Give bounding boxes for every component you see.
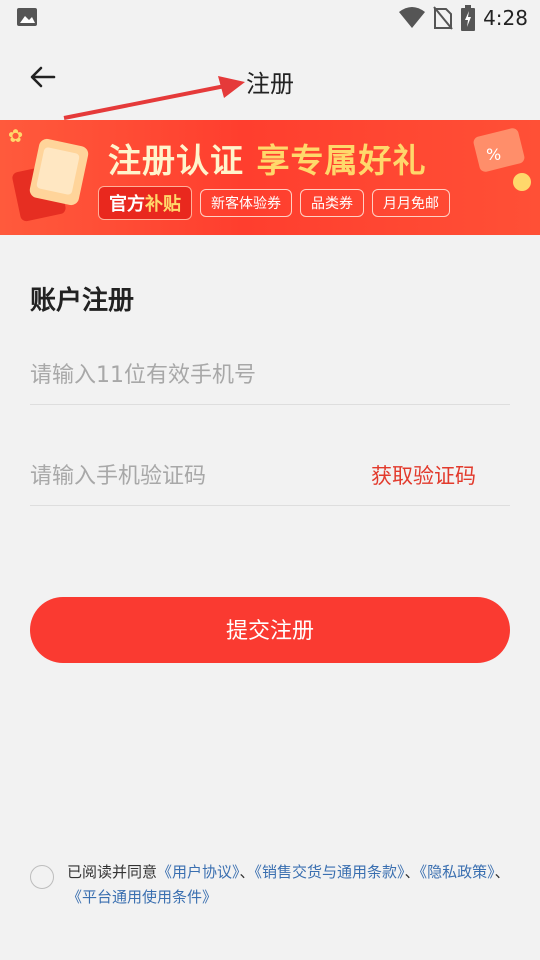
separator: 、 bbox=[494, 863, 510, 881]
battery-charging-icon bbox=[461, 5, 476, 31]
get-code-button[interactable]: 获取验证码 bbox=[371, 447, 476, 505]
no-sim-icon bbox=[433, 6, 453, 30]
banner-title-main: 注册认证 bbox=[108, 141, 244, 180]
discount-coupon-icon: % bbox=[473, 128, 531, 191]
subsidy-text: 补贴 bbox=[145, 194, 181, 215]
official-subsidy-text: 官方 bbox=[109, 194, 145, 215]
status-bar: 4:28 bbox=[0, 0, 540, 36]
phone-input[interactable] bbox=[30, 346, 350, 404]
svg-text:✿: ✿ bbox=[8, 126, 23, 147]
annotation-arrow-icon bbox=[63, 76, 245, 120]
banner-title-highlight: 享专属好礼 bbox=[256, 141, 427, 180]
coupon-gift-icon: ✿ bbox=[8, 126, 89, 222]
agreement-checkbox[interactable] bbox=[30, 865, 54, 889]
privacy-policy-link[interactable]: 《隐私政策》 bbox=[420, 863, 495, 881]
banner-tag: 品类券 bbox=[300, 189, 364, 217]
section-title: 账户注册 bbox=[30, 286, 135, 316]
agreement-prefix: 已阅读并同意 bbox=[67, 863, 158, 881]
separator: 、 bbox=[239, 863, 255, 881]
separator: 、 bbox=[404, 863, 420, 881]
svg-text:%: % bbox=[486, 145, 501, 164]
verification-code-input[interactable] bbox=[30, 447, 350, 505]
status-time: 4:28 bbox=[483, 6, 528, 30]
banner-tag: 新客体验券 bbox=[200, 189, 292, 217]
official-subsidy-tag: 官方补贴 bbox=[98, 186, 192, 220]
banner-tag: 月月免邮 bbox=[372, 189, 450, 217]
image-icon bbox=[17, 8, 37, 26]
phone-field bbox=[30, 346, 510, 405]
submit-register-button[interactable]: 提交注册 bbox=[30, 597, 510, 663]
code-field: 获取验证码 bbox=[30, 447, 510, 506]
user-agreement-link[interactable]: 《用户协议》 bbox=[157, 863, 240, 881]
banner-title: 注册认证 享专属好礼 bbox=[108, 134, 427, 182]
wifi-icon bbox=[399, 7, 426, 28]
agreement-text: 已阅读并同意《用户协议》、《销售交货与通用条款》、《隐私政策》、《平台通用使用条… bbox=[67, 860, 515, 910]
banner-tags: 官方补贴 新客体验券 品类券 月月免邮 bbox=[98, 186, 450, 220]
platform-terms-link[interactable]: 《平台通用使用条件》 bbox=[67, 888, 217, 906]
promo-banner[interactable]: ✿ 注册认证 享专属好礼 官方补贴 新客体验券 品类券 月月免邮 % bbox=[0, 120, 540, 235]
sales-terms-link[interactable]: 《销售交货与通用条款》 bbox=[255, 863, 405, 881]
